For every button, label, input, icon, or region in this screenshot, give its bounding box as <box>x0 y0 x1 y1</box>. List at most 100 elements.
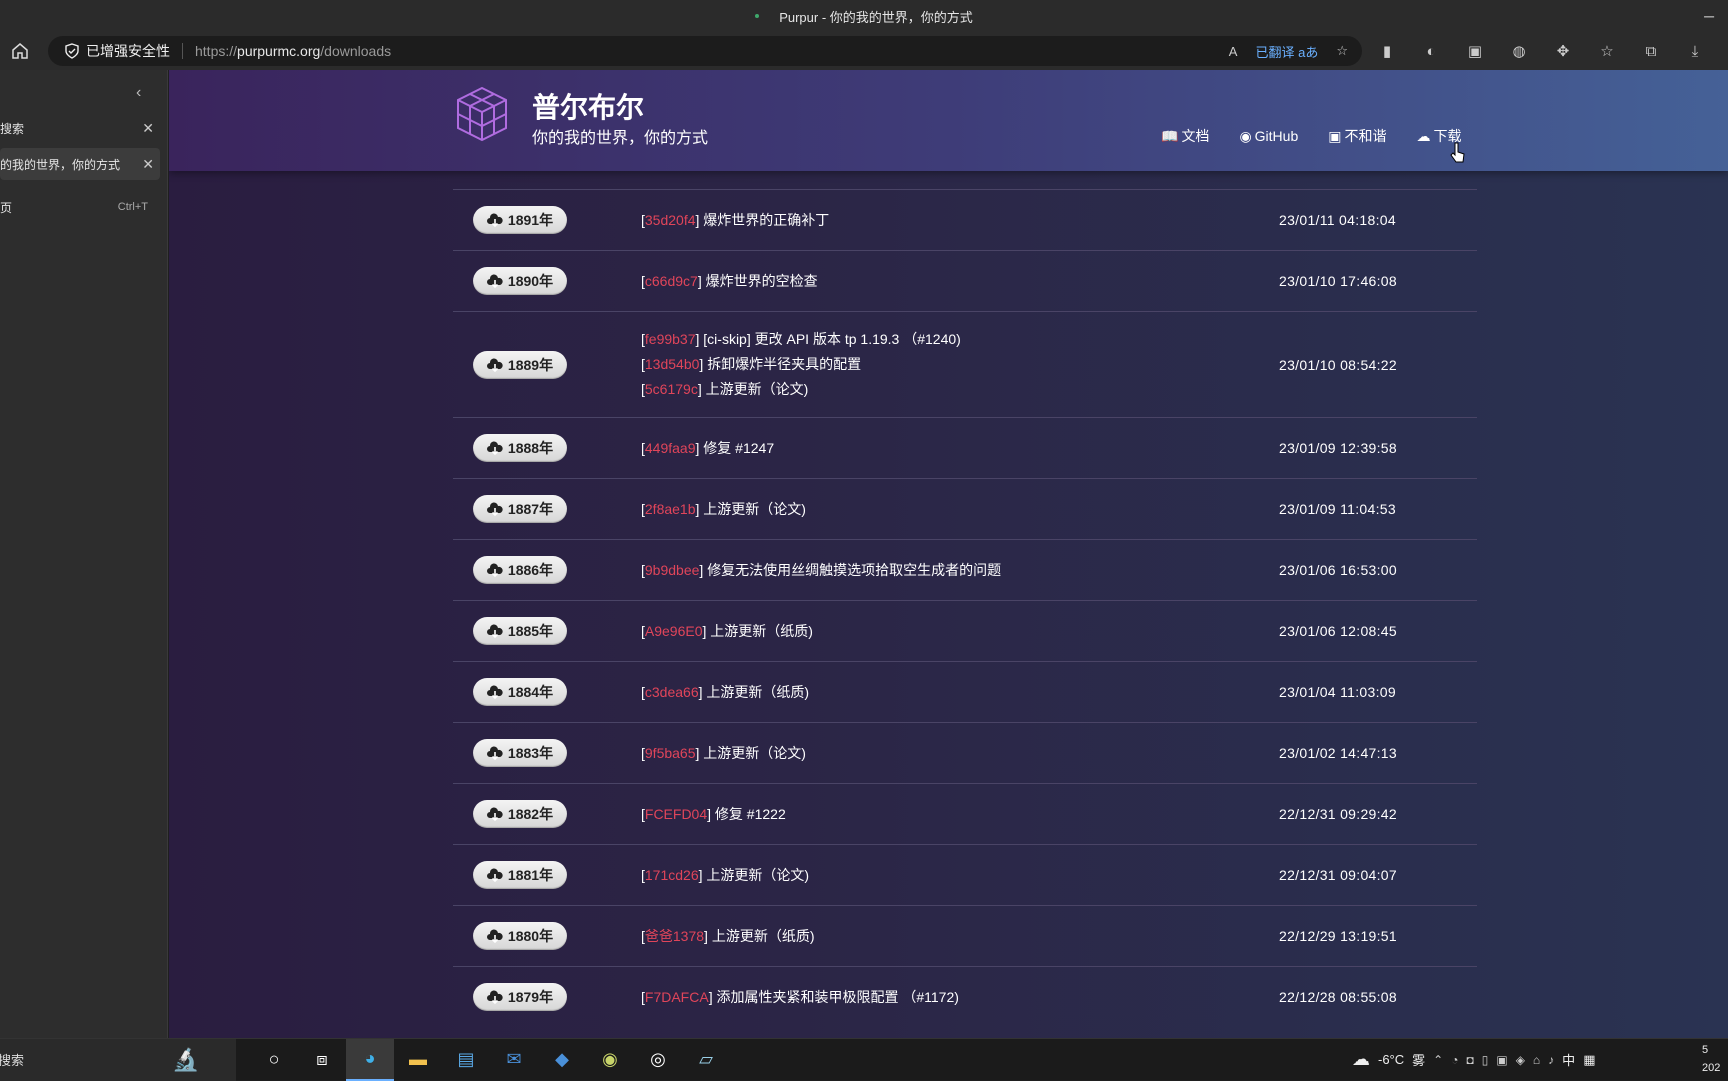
tab-search[interactable]: 搜索 ✕ <box>0 112 160 144</box>
commit-hash-link[interactable]: c3dea66 <box>645 684 699 700</box>
commit-hash-link[interactable]: 35d20f4 <box>645 212 696 228</box>
mail-app[interactable]: ✉ <box>490 1039 538 1081</box>
taskbar-search-label: 搜索 <box>0 1053 25 1068</box>
volume-icon[interactable]: ♪ <box>1548 1053 1554 1067</box>
download-build-button[interactable]: 1882年 <box>473 800 567 828</box>
commit-message: [ci-skip] 更改 API 版本 tp 1.19.3 （#1240) <box>703 331 961 347</box>
app-obs[interactable]: ◎ <box>634 1039 682 1081</box>
chevron-up-icon[interactable]: ⌃ <box>1433 1053 1443 1067</box>
download-build-button[interactable]: 1881年 <box>473 861 567 889</box>
download-build-button[interactable]: 1888年 <box>473 434 567 462</box>
commit-entry: [fe99b37] [ci-skip] 更改 API 版本 tp 1.19.3 … <box>641 331 961 347</box>
extensions-button[interactable]: ✥ <box>1552 42 1574 60</box>
build-number: 1889年 <box>507 356 554 373</box>
commit-hash-link[interactable]: FCEFD04 <box>645 806 707 822</box>
download-build-button[interactable]: 1885年 <box>473 617 567 645</box>
minimize-button[interactable]: ─ <box>1704 8 1714 24</box>
downloads-button[interactable]: ⤓ <box>1684 43 1706 60</box>
download-build-button[interactable]: 1886年 <box>473 556 567 584</box>
shield-check-icon <box>65 43 79 59</box>
app-notes[interactable]: ▱ <box>682 1039 730 1081</box>
close-tab-button[interactable]: ✕ <box>142 156 154 173</box>
wifi-icon[interactable]: ⌂ <box>1533 1053 1540 1067</box>
commit-hash-link[interactable]: fe99b37 <box>645 331 696 347</box>
nav-docs[interactable]: 📖 文档 <box>1161 126 1209 146</box>
commit-hash-link[interactable]: A9e96E0 <box>645 623 703 639</box>
store-app[interactable]: ▤ <box>442 1039 490 1081</box>
download-build-button[interactable]: 1879年 <box>473 983 567 1011</box>
collapse-panel-button[interactable]: ‹ <box>136 84 141 102</box>
notification-app-icon[interactable]: ◈ <box>1516 1053 1525 1067</box>
download-build-button[interactable]: 1880年 <box>473 922 567 950</box>
chevron-left-icon: ‹ <box>136 84 142 101</box>
download-icon: ⤓ <box>1691 42 1699 60</box>
weather-temp[interactable]: -6°C <box>1378 1052 1404 1067</box>
security-indicator[interactable]: 已增强安全性 <box>64 41 170 61</box>
commit-hash-link[interactable]: 449faa9 <box>645 440 696 456</box>
app-globe[interactable]: ◉ <box>586 1039 634 1081</box>
network-status-icon[interactable]: ▣ <box>1496 1053 1507 1067</box>
download-build-button[interactable]: 1884年 <box>473 678 567 706</box>
commit-entry: [c66d9c7] 爆炸世界的空检查 <box>641 272 818 289</box>
browser-toolbar: 已增强安全性 https://purpurmc.org/downloads A … <box>0 32 1728 70</box>
taskbar-clock[interactable]: 5 202 <box>1702 1041 1720 1077</box>
build-row: 1885年 [A9e96E0] 上游更新（纸质) 23/01/06 12:08:45 <box>453 600 1477 661</box>
translated-label: 已翻译 <box>1255 44 1295 60</box>
commit-hash-link[interactable]: 爸爸1378 <box>645 928 704 944</box>
commit-hash-link[interactable]: 9b9dbee <box>645 562 700 578</box>
commit-list: [F7DAFCA] 添加属性夹紧和装甲极限配置 （#1172) <box>641 985 959 1010</box>
tab-purpur[interactable]: 的我的世界，你的方式 ✕ <box>0 148 160 180</box>
build-row: 1883年 [9f5ba65] 上游更新（论文) 23/01/02 14:47:13 <box>453 722 1477 783</box>
globe-icon: ◉ <box>602 1049 618 1069</box>
purpur-logo-icon[interactable] <box>454 84 510 144</box>
download-build-button[interactable]: 1891年 <box>473 206 567 234</box>
tray-app-icon[interactable]: ◔ <box>1451 1053 1458 1067</box>
keyboard-icon[interactable]: ▦ <box>1583 1052 1595 1068</box>
commit-hash-link[interactable]: 9f5ba65 <box>645 745 696 761</box>
new-tab-button[interactable]: 页 Ctrl+T <box>0 191 160 223</box>
address-bar[interactable]: 已增强安全性 https://purpurmc.org/downloads A … <box>48 36 1362 66</box>
extension-3-button[interactable]: ◍ <box>1508 42 1530 60</box>
collections-button[interactable]: ⧉ <box>1640 43 1662 60</box>
close-tab-button[interactable]: ✕ <box>142 120 154 137</box>
reading-view-button[interactable]: ▮ <box>1376 42 1398 60</box>
commit-message: 上游更新（纸质) <box>711 927 815 944</box>
commit-list: [449faa9] 修复 #1247 <box>641 436 774 461</box>
download-build-button[interactable]: 1887年 <box>473 495 567 523</box>
commit-message: 修复 #1222 <box>714 805 786 822</box>
url-text[interactable]: https://purpurmc.org/downloads <box>195 43 391 59</box>
commit-message: 拆卸爆炸半径夹具的配置 <box>707 356 862 372</box>
commit-hash-link[interactable]: 13d54b0 <box>645 356 700 372</box>
download-build-button[interactable]: 1890年 <box>473 267 567 295</box>
mic-icon[interactable]: ▯ <box>1482 1053 1489 1067</box>
nav-label: 文档 <box>1181 128 1210 144</box>
commit-hash-link[interactable]: 5c6179c <box>645 381 698 397</box>
taskbar-search[interactable]: 搜索 🔬 <box>0 1038 236 1081</box>
explorer-app[interactable]: ▬ <box>394 1039 442 1081</box>
favorites-button[interactable]: ☆ <box>1596 42 1618 60</box>
camera-icon[interactable]: ◘ <box>1466 1053 1473 1067</box>
translate-button[interactable]: 已翻译 aあ <box>1255 42 1318 61</box>
task-view-button[interactable]: ⧈ <box>298 1039 346 1081</box>
extension-1-button[interactable]: ◐ <box>1420 43 1442 60</box>
commit-hash-link[interactable]: F7DAFCA <box>645 989 709 1005</box>
download-build-button[interactable]: 1883年 <box>473 739 567 767</box>
commit-hash-link[interactable]: 2f8ae1b <box>645 501 696 517</box>
site-title[interactable]: 普尔布尔 <box>532 86 644 126</box>
app-blue[interactable]: ◆ <box>538 1039 586 1081</box>
commit-hash-link[interactable]: c66d9c7 <box>645 273 698 289</box>
builds-table: 1891年 [35d20f4] 爆炸世界的正确补丁 23/01/11 04:18:0… <box>453 189 1477 1027</box>
nav-github[interactable]: ◉ GitHub <box>1239 126 1298 146</box>
build-row: 1891年 [35d20f4] 爆炸世界的正确补丁 23/01/11 04:18:0… <box>453 189 1477 250</box>
read-aloud-button[interactable]: A <box>1229 44 1238 59</box>
nav-discord[interactable]: ▣ 不和谐 <box>1328 126 1386 146</box>
edge-app[interactable]: ◕ <box>346 1038 394 1081</box>
ime-indicator[interactable]: 中 <box>1562 1050 1575 1069</box>
cortana-button[interactable]: ○ <box>250 1039 298 1081</box>
download-build-button[interactable]: 1889年 <box>473 350 567 379</box>
extension-2-button[interactable]: ▣ <box>1464 42 1486 60</box>
commit-hash-link[interactable]: 171cd26 <box>645 867 699 883</box>
home-button[interactable] <box>0 42 40 60</box>
add-favorite-button[interactable]: ☆ <box>1336 43 1348 59</box>
commit-list: [9b9dbee] 修复无法使用丝绸触摸选项拾取空生成者的问题 <box>641 558 1001 583</box>
